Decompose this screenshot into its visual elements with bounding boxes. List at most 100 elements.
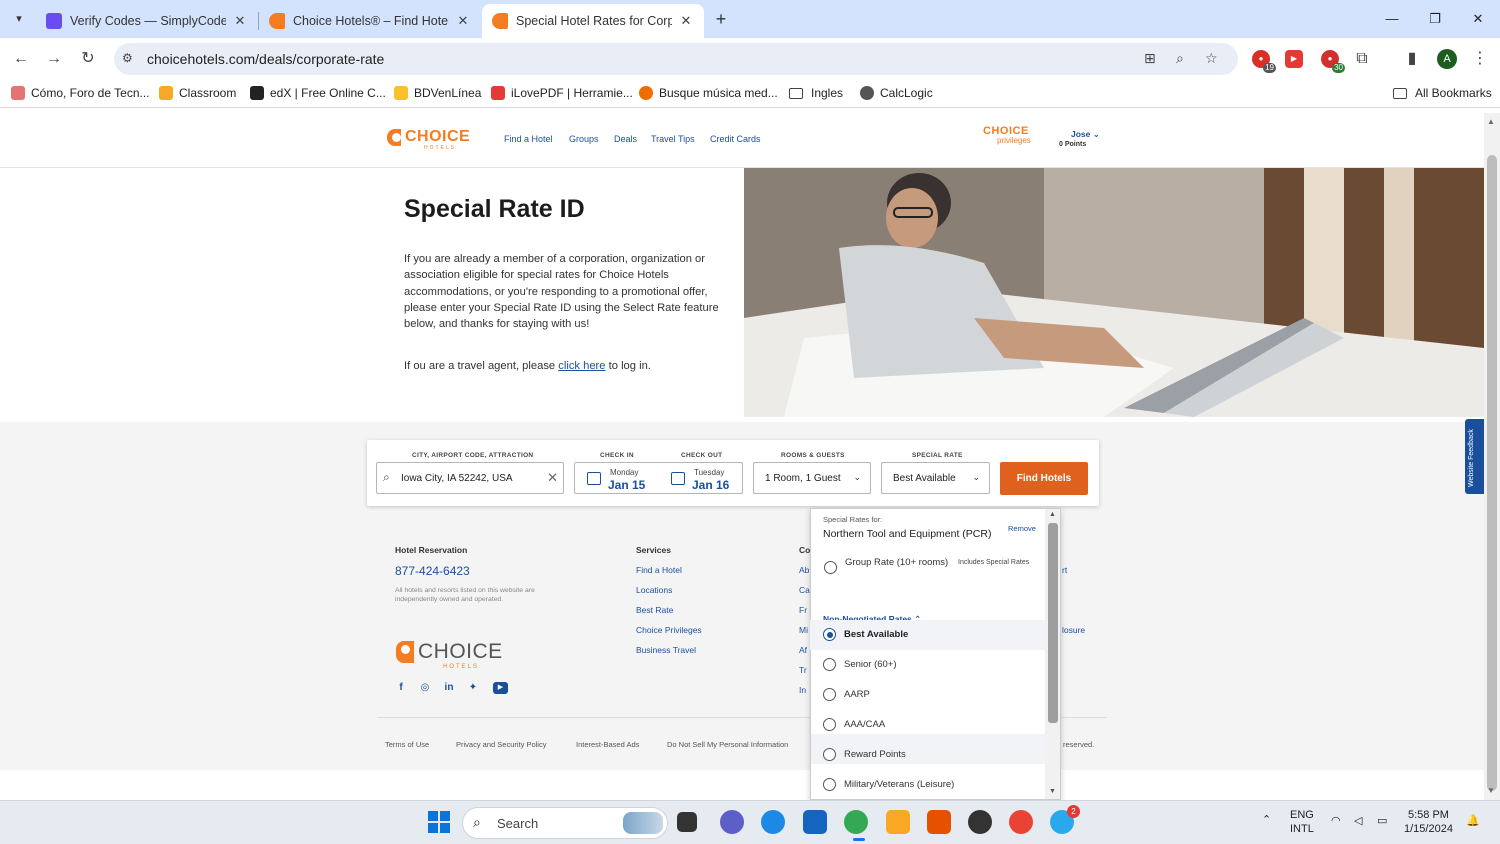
extension-video-icon[interactable]: ▶ <box>1285 50 1303 68</box>
legal-ads-link[interactable]: Interest-Based Ads <box>576 740 639 749</box>
radio-button[interactable] <box>823 778 836 791</box>
footer-choice-logo[interactable]: CHOICE HOTELS <box>396 640 503 670</box>
profile-avatar[interactable]: A <box>1437 49 1457 69</box>
store-icon[interactable] <box>803 810 827 834</box>
bookmark-item[interactable]: edX | Free Online C... <box>250 86 386 100</box>
tab-simplycodes[interactable]: Verify Codes — SimplyCodes ✕ <box>36 4 258 38</box>
radio-button[interactable] <box>823 748 836 761</box>
twitter-icon[interactable]: ✦ <box>467 682 479 694</box>
travel-agent-link[interactable]: click here <box>558 360 605 372</box>
nav-find-a-hotel[interactable]: Find a Hotel <box>504 134 553 144</box>
tab-choice-find-hotel[interactable]: Choice Hotels® – Find Hotel Ro ✕ <box>259 4 481 38</box>
volume-icon[interactable]: ◁ <box>1354 814 1362 828</box>
dropdown-scrollbar[interactable]: ▲ ▼ <box>1045 509 1060 799</box>
back-arrow-icon[interactable]: ← <box>9 47 33 71</box>
all-bookmarks[interactable]: All Bookmarks <box>1393 86 1492 100</box>
tray-overflow-chevron-icon[interactable]: ⌃ <box>1262 813 1271 827</box>
wifi-icon[interactable]: ◠ <box>1331 814 1341 828</box>
notification-bell-icon[interactable]: 🔔 <box>1466 814 1480 828</box>
scroll-up-arrow-icon[interactable]: ▲ <box>1487 117 1495 126</box>
chrome-menu-icon[interactable]: ⋮ <box>1468 47 1492 71</box>
footer-link-locations[interactable]: Locations <box>636 585 672 595</box>
extensions-puzzle-icon[interactable]: ⧉ <box>1350 47 1374 71</box>
footer-link-choice-privileges[interactable]: Choice Privileges <box>636 625 702 635</box>
new-tab-plus-icon[interactable]: + <box>710 8 732 30</box>
close-tab-icon[interactable]: ✕ <box>455 13 471 29</box>
zoom-icon[interactable]: ⌕ <box>1176 50 1184 67</box>
date-range-picker[interactable]: Monday Jan 15 Tuesday Jan 16 <box>574 462 743 494</box>
extension-coupon-icon[interactable]: ● 30 <box>1321 50 1345 73</box>
choice-privileges-logo[interactable]: CHOICE privileges <box>983 125 1031 145</box>
bookmark-item[interactable]: CalcLogic <box>860 86 933 100</box>
nav-deals[interactable]: Deals <box>614 134 637 144</box>
radio-button[interactable] <box>823 658 836 671</box>
extension-red-icon[interactable]: ● 19 <box>1252 50 1276 73</box>
scroll-up-arrow-icon[interactable]: ▲ <box>1049 511 1056 518</box>
footer-link[interactable]: Ab <box>799 565 809 575</box>
user-menu[interactable]: Jose ⌄ <box>1071 129 1100 140</box>
legal-terms-link[interactable]: Terms of Use <box>385 740 429 749</box>
rooms-guests-select[interactable]: 1 Room, 1 Guest ⌄ <box>753 462 871 494</box>
translate-icon[interactable]: ⊞ <box>1144 50 1156 67</box>
tab-special-rates[interactable]: Special Hotel Rates for Corpora ✕ <box>482 4 704 38</box>
side-panel-icon[interactable]: ▮ <box>1400 47 1424 71</box>
footer-link[interactable]: rt <box>1062 565 1067 575</box>
scroll-down-arrow-icon[interactable]: ▼ <box>1487 786 1495 795</box>
footer-link[interactable]: Tr <box>799 665 807 675</box>
app-p-icon[interactable] <box>968 810 992 834</box>
find-hotels-button[interactable]: Find Hotels <box>1000 462 1088 495</box>
chrome-profile-icon[interactable] <box>1009 810 1033 834</box>
footer-phone-link[interactable]: 877-424-6423 <box>395 564 470 578</box>
battery-icon[interactable]: ▭ <box>1377 814 1387 828</box>
bookmark-item[interactable]: iLovePDF | Herramie... <box>491 86 633 100</box>
footer-link[interactable]: In <box>799 685 806 695</box>
teams-chat-icon[interactable] <box>720 810 744 834</box>
radio-button[interactable] <box>823 688 836 701</box>
linkedin-icon[interactable]: in <box>443 682 455 694</box>
rate-option-military[interactable]: Military/Veterans (Leisure) <box>810 770 1046 800</box>
reload-icon[interactable]: ↻ <box>76 47 100 71</box>
nav-credit-cards[interactable]: Credit Cards <box>710 134 761 144</box>
task-view-icon[interactable] <box>677 812 697 832</box>
nav-groups[interactable]: Groups <box>569 134 599 144</box>
bookmark-item[interactable]: BDVenLínea <box>394 86 481 100</box>
chrome-icon[interactable] <box>844 810 868 834</box>
forward-arrow-icon[interactable]: → <box>42 47 66 71</box>
clock[interactable]: 5:58 PM 1/15/2024 <box>1404 808 1453 836</box>
address-bar[interactable]: ⚙ choicehotels.com/deals/corporate-rate … <box>114 43 1238 75</box>
close-tab-icon[interactable]: ✕ <box>232 13 248 29</box>
bookmark-item[interactable]: Busque música med... <box>639 86 778 100</box>
taskbar-search[interactable]: ⌕ Search <box>462 807 668 839</box>
rate-option-senior[interactable]: Senior (60+) <box>810 650 1046 680</box>
website-feedback-tab[interactable]: Website Feedback <box>1465 419 1484 494</box>
restore-icon[interactable]: ❐ <box>1413 0 1457 38</box>
language-indicator[interactable]: ENG INTL <box>1290 808 1314 836</box>
rate-option-aaa-caa[interactable]: AAA/CAA <box>810 710 1046 740</box>
bookmark-item[interactable]: Cómo, Foro de Tecn... <box>11 86 150 100</box>
windows-start-icon[interactable] <box>427 810 451 834</box>
footer-link-find-hotel[interactable]: Find a Hotel <box>636 565 682 575</box>
nav-travel-tips[interactable]: Travel Tips <box>651 134 695 144</box>
choice-hotels-logo[interactable]: CHOICE HOTELS <box>387 128 470 151</box>
minimize-icon[interactable]: — <box>1370 0 1414 38</box>
telegram-icon[interactable]: 2 <box>1050 805 1080 834</box>
rate-option-aarp[interactable]: AARP <box>810 680 1046 710</box>
close-window-icon[interactable]: ✕ <box>1456 0 1500 38</box>
bookmark-folder[interactable]: Ingles <box>789 86 843 100</box>
facebook-icon[interactable]: f <box>395 682 407 694</box>
site-settings-icon[interactable]: ⚙ <box>122 51 133 65</box>
tab-search-chevron-icon[interactable]: ▾ <box>8 8 30 30</box>
file-explorer-icon[interactable] <box>886 810 910 834</box>
close-tab-icon[interactable]: ✕ <box>678 13 694 29</box>
page-scroll-thumb[interactable] <box>1487 155 1497 791</box>
footer-link[interactable]: Fr <box>799 605 807 615</box>
bookmark-star-icon[interactable]: ☆ <box>1205 50 1218 67</box>
footer-link[interactable]: Mi <box>799 625 808 635</box>
dropdown-scroll-thumb[interactable] <box>1048 523 1058 723</box>
page-scrollbar[interactable]: ▲ ▼ <box>1484 113 1500 800</box>
radio-button[interactable] <box>823 718 836 731</box>
footer-link-best-rate[interactable]: Best Rate <box>636 605 673 615</box>
rate-option-reward-points[interactable]: Reward Points <box>810 740 1046 770</box>
footer-link[interactable]: Ca <box>799 585 810 595</box>
app-orange-icon[interactable] <box>927 810 951 834</box>
